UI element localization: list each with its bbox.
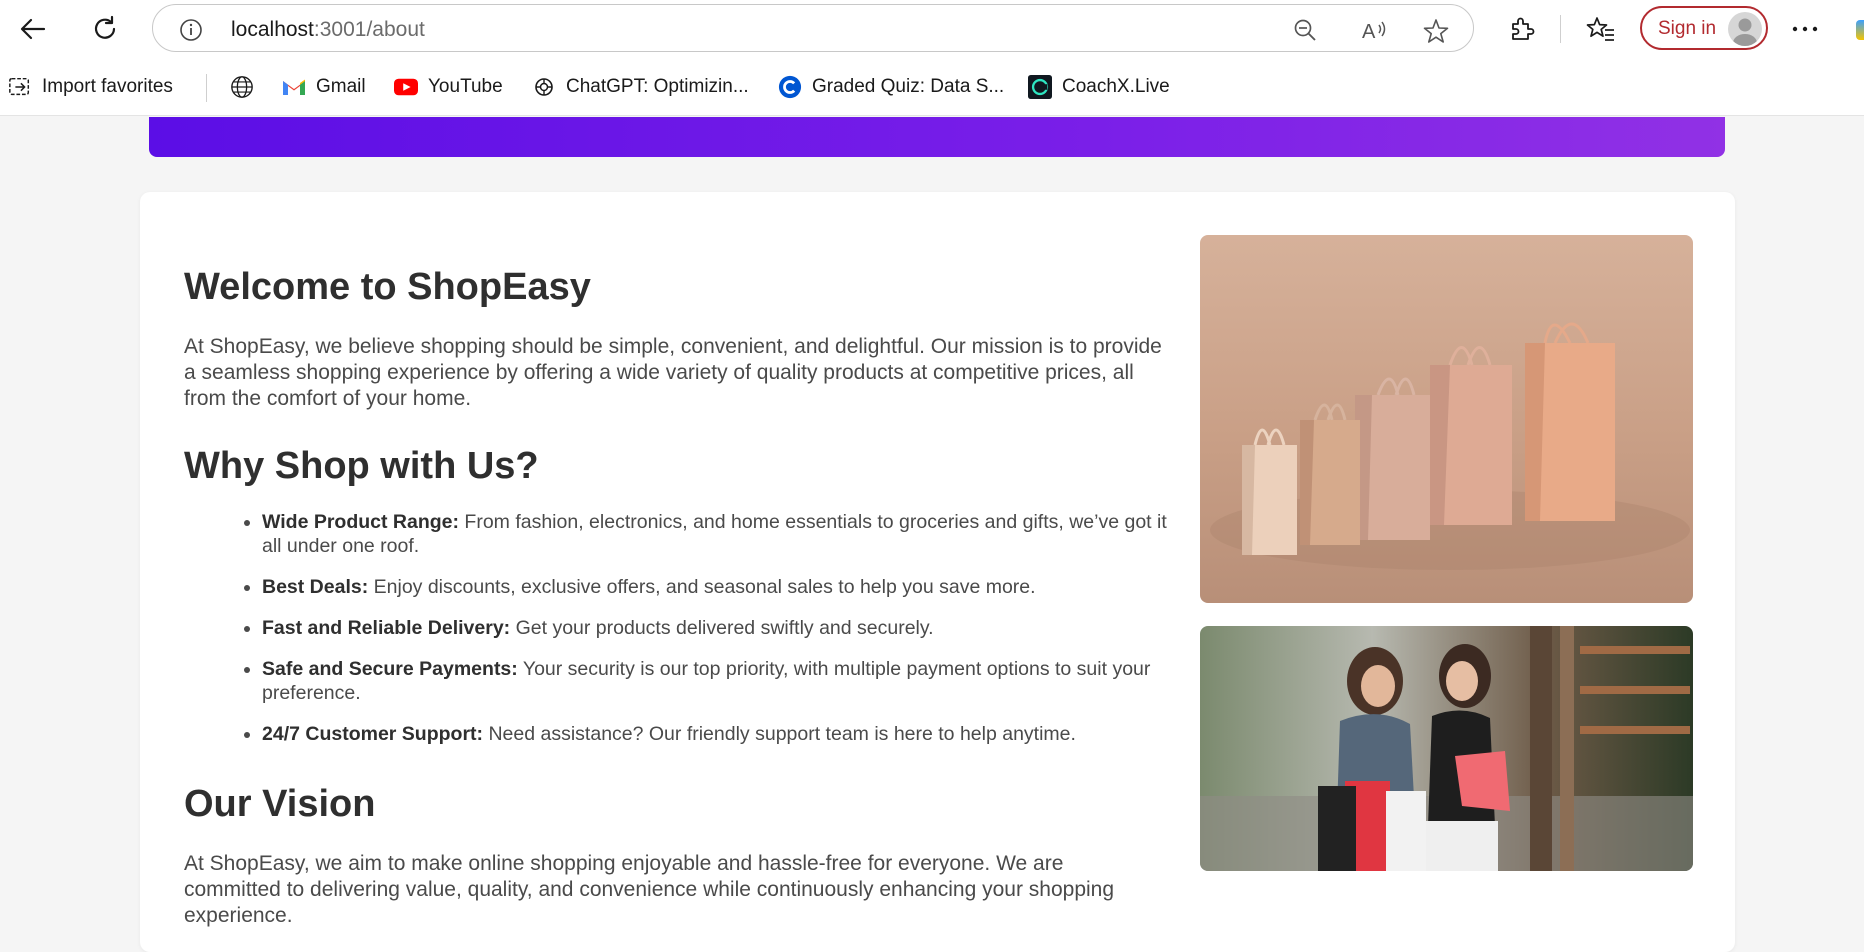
feature-item: Wide Product Range: From fashion, electr… xyxy=(262,510,1182,558)
bookmark-globe[interactable] xyxy=(230,58,264,116)
bookmark-coachx[interactable]: CoachX.Live xyxy=(1028,58,1170,116)
bookmark-youtube[interactable]: YouTube xyxy=(394,58,503,116)
sign-in-label: Sign in xyxy=(1658,18,1717,39)
url-host: localhost xyxy=(231,18,314,41)
site-header-bar xyxy=(149,117,1725,157)
feature-title: Fast and Reliable Delivery: xyxy=(262,617,511,639)
bookmark-label: Import favorites xyxy=(42,76,173,97)
bookmark-label: Gmail xyxy=(316,76,366,97)
feature-text: Need assistance? Our friendly support te… xyxy=(483,723,1076,745)
more-icon xyxy=(1792,26,1818,32)
browser-toolbar: localhost:3001/about A Sign in xyxy=(0,0,1864,58)
feature-title: Wide Product Range: xyxy=(262,511,459,533)
bookmark-graded-quiz[interactable]: Graded Quiz: Data S... xyxy=(778,58,1004,116)
about-card: Welcome to ShopEasy At ShopEasy, we beli… xyxy=(140,192,1735,952)
extensions-icon xyxy=(1512,17,1535,40)
youtube-icon xyxy=(394,75,418,99)
bookmarks-divider xyxy=(206,74,207,102)
why-shop-heading: Why Shop with Us? xyxy=(184,445,539,487)
features-list: Wide Product Range: From fashion, electr… xyxy=(184,510,1182,763)
feature-item: Fast and Reliable Delivery: Get your pro… xyxy=(262,616,1182,640)
url-text[interactable]: localhost:3001/about xyxy=(231,18,425,42)
read-aloud-icon[interactable]: A xyxy=(1361,18,1389,47)
feature-item: Safe and Secure Payments: Your security … xyxy=(262,657,1182,705)
bookmark-label: Graded Quiz: Data S... xyxy=(812,76,1005,97)
bookmark-gmail[interactable]: Gmail xyxy=(282,58,366,116)
welcome-heading: Welcome to ShopEasy xyxy=(184,266,591,308)
favorites-button[interactable] xyxy=(1582,11,1620,47)
refresh-button[interactable] xyxy=(86,11,124,47)
intro-paragraph: At ShopEasy, we believe shopping should … xyxy=(184,335,1162,410)
feature-title: 24/7 Customer Support: xyxy=(262,723,484,745)
bookmarks-bar: Import favorites Gmail YouTube ChatGPT: … xyxy=(0,58,1864,116)
svg-text:A: A xyxy=(1362,21,1376,42)
more-button[interactable] xyxy=(1786,11,1824,47)
feature-text: Get your products delivered swiftly and … xyxy=(510,617,934,639)
vision-paragraph: At ShopEasy, we aim to make online shopp… xyxy=(184,852,1115,927)
coachx-icon xyxy=(1028,75,1052,99)
feature-title: Best Deals: xyxy=(262,576,369,598)
back-button[interactable] xyxy=(14,11,52,47)
women-shopping-image xyxy=(1200,626,1693,871)
url-path: :3001/about xyxy=(313,18,425,41)
import-icon xyxy=(8,75,32,99)
extensions-button[interactable] xyxy=(1502,11,1540,47)
feature-text: Enjoy discounts, exclusive offers, and s… xyxy=(368,576,1036,598)
bookmark-label: YouTube xyxy=(428,76,503,97)
gmail-icon xyxy=(282,75,306,99)
globe-icon xyxy=(230,75,254,99)
favorite-star-icon[interactable] xyxy=(1423,18,1449,49)
profile-avatar-icon xyxy=(1728,12,1762,46)
bookmark-import-favorites[interactable]: Import favorites xyxy=(8,58,173,116)
back-icon xyxy=(20,18,46,40)
vision-heading: Our Vision xyxy=(184,783,376,825)
shopping-bags-image xyxy=(1200,235,1693,603)
chatgpt-icon xyxy=(532,75,556,99)
favorites-icon xyxy=(1586,17,1614,41)
site-info-icon[interactable] xyxy=(179,18,203,47)
bookmark-chatgpt[interactable]: ChatGPT: Optimizin... xyxy=(532,58,749,116)
sign-in-button[interactable]: Sign in xyxy=(1640,6,1768,50)
sidebar-edge-icon xyxy=(1856,20,1864,40)
coursera-icon xyxy=(778,75,802,99)
feature-item: 24/7 Customer Support: Need assistance? … xyxy=(262,722,1182,746)
bookmark-label: ChatGPT: Optimizin... xyxy=(566,76,749,97)
toolbar-divider xyxy=(1560,15,1561,43)
zoom-out-icon[interactable] xyxy=(1293,18,1317,47)
bookmark-label: CoachX.Live xyxy=(1062,76,1170,97)
refresh-icon xyxy=(94,15,116,39)
address-bar[interactable]: localhost:3001/about A xyxy=(152,4,1474,52)
feature-title: Safe and Secure Payments: xyxy=(262,658,518,680)
feature-item: Best Deals: Enjoy discounts, exclusive o… xyxy=(262,575,1182,599)
